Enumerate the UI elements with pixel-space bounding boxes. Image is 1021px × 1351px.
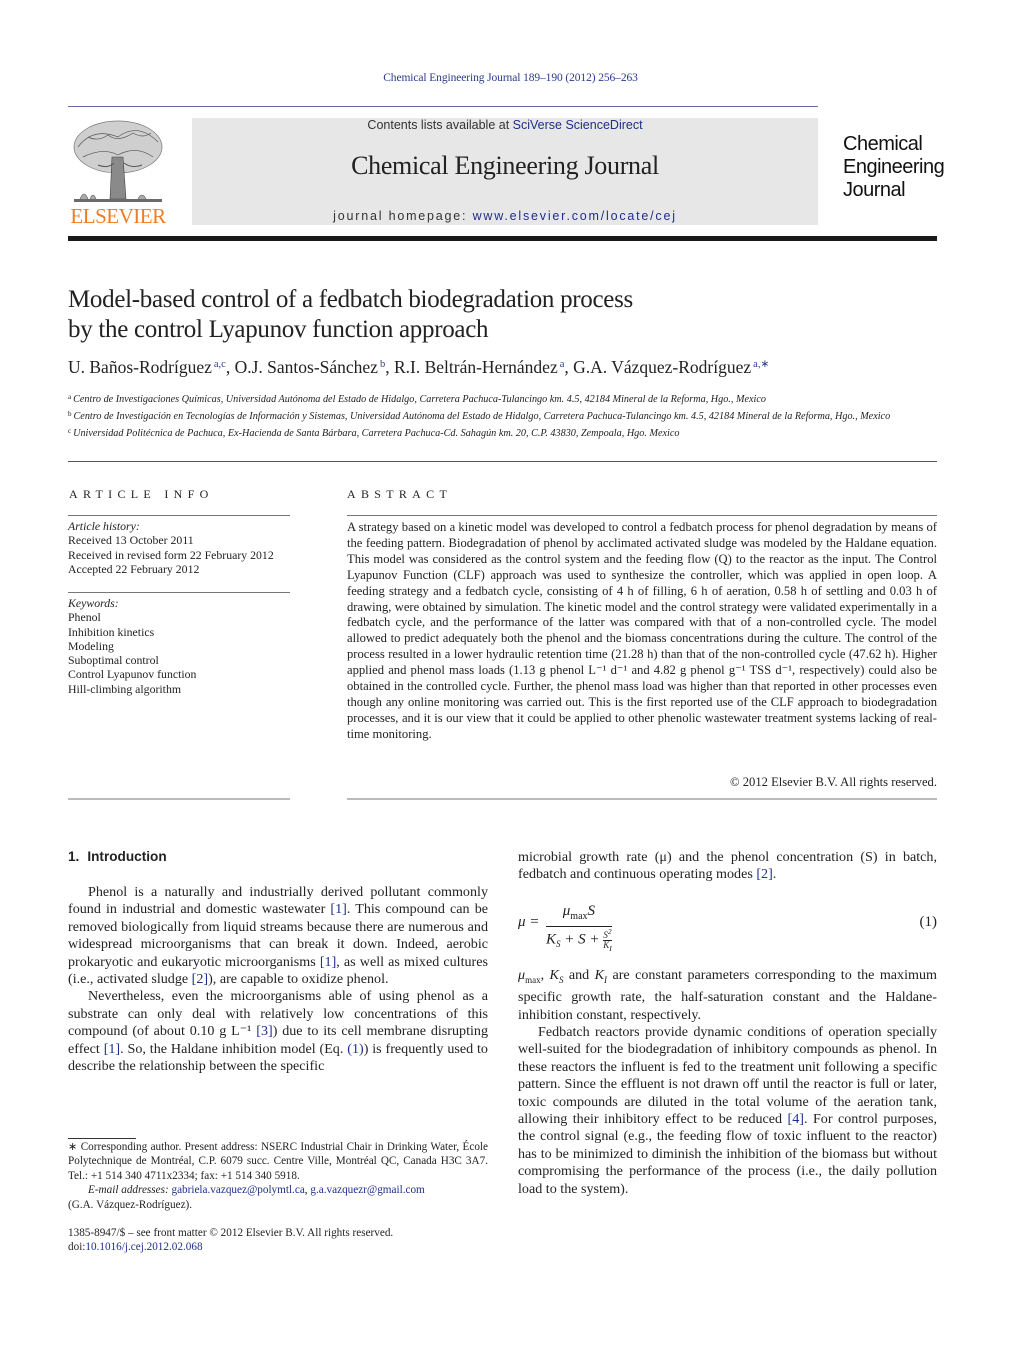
journal-homepage: journal homepage: www.elsevier.com/locat… <box>333 209 677 223</box>
journal-citation-link[interactable]: Chemical Engineering Journal 189–190 (20… <box>383 72 638 84</box>
affiliation-mark[interactable]: a,∗ <box>753 359 769 370</box>
affiliation-mark[interactable]: a,c <box>214 359 226 370</box>
history-item: Received in revised form 22 February 201… <box>68 547 274 562</box>
title-line: by the control Lyapunov function approac… <box>68 316 489 343</box>
elsevier-logo[interactable]: ELSEVIER <box>68 117 168 229</box>
article-title: Model-based control of a fedbatch biodeg… <box>68 285 633 345</box>
keywords: Keywords: Phenol Inhibition kinetics Mod… <box>68 596 298 696</box>
divider <box>68 592 290 593</box>
affiliation: c Universidad Politécnica de Pachuca, Ex-… <box>68 427 680 439</box>
divider <box>68 515 290 516</box>
article-history: Article history: Received 13 October 201… <box>68 519 298 576</box>
section-divider <box>68 461 937 462</box>
equation-lhs: μ = <box>518 914 540 930</box>
body-right-column: microbial growth rate (μ) and the phenol… <box>518 849 937 884</box>
divider <box>347 798 937 800</box>
affiliation-mark[interactable]: a <box>560 359 565 370</box>
paragraph-text: are constant parameters corresponding to… <box>518 967 937 1023</box>
paragraph: μmax, KS and KI are constant parameters … <box>518 967 937 1023</box>
abstract-text: A strategy based on a kinetic model was … <box>347 520 937 741</box>
journal-masthead: Contents lists available at SciVerse Sci… <box>192 118 818 225</box>
title-line: Model-based control of a fedbatch biodeg… <box>68 286 633 313</box>
keyword: Inhibition kinetics <box>68 624 155 639</box>
corresponding-author-footnote: ∗ Corresponding author. Present address:… <box>68 1141 488 1211</box>
author[interactable]: G.A. Vázquez-Rodríguez a,∗ <box>573 357 769 377</box>
equation-fraction: μmaxS KS + S + S2 KI <box>546 902 612 955</box>
elsevier-wordmark: ELSEVIER <box>70 204 166 228</box>
contents-line: Contents lists available at SciVerse Sci… <box>367 118 643 132</box>
affiliation: b Centro de Investigación en Tecnologías … <box>68 410 891 422</box>
history-item: Received 13 October 2011 <box>68 533 194 548</box>
paragraph: Fedbatch reactors provide dynamic condit… <box>518 1024 937 1197</box>
header-thick-rule <box>68 236 937 241</box>
section-heading-introduction: 1. Introduction <box>68 849 167 864</box>
author[interactable]: O.J. Santos-Sánchez b <box>235 357 386 377</box>
equation-denominator: KS + S + S2 KI <box>546 927 612 953</box>
email-link[interactable]: g.a.vazquezr@gmail.com <box>310 1184 424 1196</box>
journal-cover-title[interactable]: Chemical Engineering Journal <box>843 133 945 202</box>
affiliation-mark[interactable]: b <box>380 359 385 370</box>
email-link[interactable]: gabriela.vazquez@polymtl.ca <box>171 1184 304 1196</box>
citation-link[interactable]: [2] <box>756 866 772 882</box>
divider <box>68 798 290 800</box>
divider <box>347 515 937 516</box>
citation-link[interactable]: [3] <box>256 1023 272 1039</box>
header-rule <box>68 106 818 107</box>
cover-title-line: Engineering <box>843 156 945 178</box>
abstract-copyright: © 2012 Elsevier B.V. All rights reserved… <box>730 775 937 789</box>
keyword: Hill-climbing algorithm <box>68 681 182 696</box>
affiliations: a Centro de Investigaciones Químicas, Uni… <box>68 390 938 441</box>
keyword: Control Lyapunov function <box>68 667 197 682</box>
doi-link[interactable]: 10.1016/j.cej.2012.02.068 <box>85 1241 202 1253</box>
footnote-text: ∗ Corresponding author. Present address:… <box>68 1141 488 1182</box>
history-item: Accepted 22 February 2012 <box>68 561 200 576</box>
citation-link[interactable]: [2] <box>192 971 208 987</box>
issn-line: 1385-8947/$ – see front matter © 2012 El… <box>68 1227 394 1239</box>
keyword: Suboptimal control <box>68 653 159 668</box>
paragraph: microbial growth rate (μ) and the phenol… <box>518 849 937 883</box>
body-right-column-continued: μmax, KS and KI are constant parameters … <box>518 967 937 1198</box>
equation-number[interactable]: (1) <box>920 914 938 931</box>
body-left-column: Phenol is a naturally and industrially d… <box>68 884 488 1075</box>
citation-link[interactable]: [4] <box>788 1111 804 1127</box>
running-head[interactable]: Chemical Engineering Journal 189–190 (20… <box>0 72 1021 84</box>
citation-link[interactable]: [1] <box>104 1041 120 1057</box>
journal-title: Chemical Engineering Journal <box>351 151 659 180</box>
citation-link[interactable]: [1] <box>330 901 346 917</box>
author[interactable]: R.I. Beltrán-Hernández a <box>394 357 564 377</box>
article-info-heading: ARTICLE INFO <box>69 487 214 501</box>
abstract-heading: ABSTRACT <box>347 487 453 501</box>
homepage-link[interactable]: www.elsevier.com/locate/cej <box>473 209 677 223</box>
footnote-rule <box>68 1138 136 1139</box>
cover-title-line: Journal <box>843 179 906 201</box>
sciencedirect-link[interactable]: SciVerse ScienceDirect <box>513 118 643 132</box>
equation-1: μ = μmaxS KS + S + S2 KI (1) <box>518 902 938 953</box>
paragraph: Nevertheless, even the microorganisms ab… <box>68 988 488 1075</box>
cover-title-line: Chemical <box>843 133 923 155</box>
front-matter: 1385-8947/$ – see front matter © 2012 El… <box>68 1226 488 1255</box>
author-list: U. Baños-Rodríguez a,c, O.J. Santos-Sánch… <box>68 357 770 377</box>
equation-numerator: μmaxS <box>546 902 612 927</box>
keyword: Phenol <box>68 610 101 625</box>
affiliation: a Centro de Investigaciones Químicas, Uni… <box>68 393 766 405</box>
author[interactable]: U. Baños-Rodríguez a,c <box>68 357 226 377</box>
keyword: Modeling <box>68 638 114 653</box>
citation-link[interactable]: [1] <box>320 954 336 970</box>
citation-link[interactable]: (1) <box>347 1041 363 1057</box>
elsevier-tree-icon <box>73 120 163 202</box>
paragraph: Phenol is a naturally and industrially d… <box>68 884 488 988</box>
